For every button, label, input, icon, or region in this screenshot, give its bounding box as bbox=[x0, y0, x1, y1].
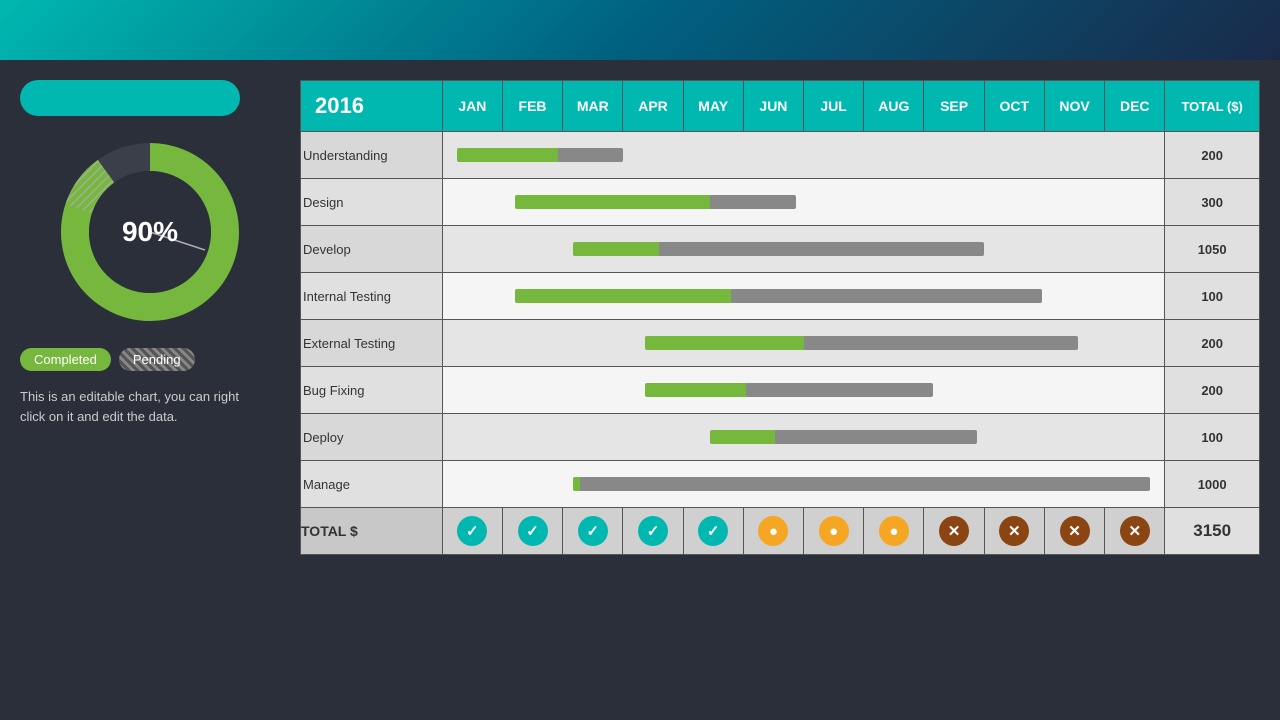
main-content: 90% Completed Pending This is an editabl… bbox=[0, 60, 1280, 565]
check-icon-feb: ✓ bbox=[518, 516, 548, 546]
row-understanding: Understanding 200 bbox=[301, 132, 1260, 179]
month-mar: MAR bbox=[563, 81, 623, 132]
legend-pending: Pending bbox=[119, 348, 195, 371]
status-feb: ✓ bbox=[502, 508, 562, 555]
x-icon-sep: ✕ bbox=[939, 516, 969, 546]
legend: Completed Pending bbox=[20, 348, 195, 371]
total-bug-fixing: 200 bbox=[1165, 367, 1260, 414]
month-dec: DEC bbox=[1105, 81, 1165, 132]
month-jul: JUL bbox=[804, 81, 864, 132]
month-oct: OCT bbox=[984, 81, 1044, 132]
row-deploy: Deploy 100 bbox=[301, 414, 1260, 461]
bar-develop bbox=[442, 226, 1165, 273]
month-jan: JAN bbox=[442, 81, 502, 132]
circle-icon-jul: ● bbox=[819, 516, 849, 546]
bar-external-testing bbox=[442, 320, 1165, 367]
status-jan: ✓ bbox=[442, 508, 502, 555]
label-develop: Develop bbox=[301, 226, 443, 273]
row-bug-fixing: Bug Fixing 200 bbox=[301, 367, 1260, 414]
bar-internal-testing bbox=[442, 273, 1165, 320]
bar-understanding bbox=[442, 132, 1165, 179]
row-external-testing: External Testing 200 bbox=[301, 320, 1260, 367]
check-icon-mar: ✓ bbox=[578, 516, 608, 546]
status-jul: ● bbox=[804, 508, 864, 555]
label-bug-fixing: Bug Fixing bbox=[301, 367, 443, 414]
total-design: 300 bbox=[1165, 179, 1260, 226]
row-manage: Manage 1000 bbox=[301, 461, 1260, 508]
month-apr: APR bbox=[623, 81, 683, 132]
month-aug: AUG bbox=[864, 81, 924, 132]
check-icon-jan: ✓ bbox=[457, 516, 487, 546]
grand-total: 3150 bbox=[1165, 508, 1260, 555]
month-feb: FEB bbox=[502, 81, 562, 132]
circle-icon-jun: ● bbox=[758, 516, 788, 546]
bar-deploy bbox=[442, 414, 1165, 461]
bar-bug-fixing bbox=[442, 367, 1165, 414]
total-header: TOTAL ($) bbox=[1165, 81, 1260, 132]
status-nov: ✕ bbox=[1044, 508, 1104, 555]
description: This is an editable chart, you can right… bbox=[20, 387, 240, 426]
total-understanding: 200 bbox=[1165, 132, 1260, 179]
header-row: 2016 JAN FEB MAR APR MAY JUN JUL AUG SEP… bbox=[301, 81, 1260, 132]
status-jun: ● bbox=[743, 508, 803, 555]
donut-chart: 90% bbox=[50, 132, 250, 332]
status-aug: ● bbox=[864, 508, 924, 555]
check-icon-may: ✓ bbox=[698, 516, 728, 546]
bar-design bbox=[442, 179, 1165, 226]
label-external-testing: External Testing bbox=[301, 320, 443, 367]
donut-percentage: 90% bbox=[122, 216, 178, 248]
bar-manage bbox=[442, 461, 1165, 508]
status-apr: ✓ bbox=[623, 508, 683, 555]
legend-completed: Completed bbox=[20, 348, 111, 371]
row-internal-testing: Internal Testing 100 bbox=[301, 273, 1260, 320]
circle-icon-aug: ● bbox=[879, 516, 909, 546]
label-understanding: Understanding bbox=[301, 132, 443, 179]
row-develop: Develop 1050 bbox=[301, 226, 1260, 273]
label-design: Design bbox=[301, 179, 443, 226]
month-may: MAY bbox=[683, 81, 743, 132]
label-manage: Manage bbox=[301, 461, 443, 508]
total-internal-testing: 100 bbox=[1165, 273, 1260, 320]
label-deploy: Deploy bbox=[301, 414, 443, 461]
month-nov: NOV bbox=[1044, 81, 1104, 132]
year-header: 2016 bbox=[301, 81, 443, 132]
label-internal-testing: Internal Testing bbox=[301, 273, 443, 320]
top-bar bbox=[0, 0, 1280, 60]
x-icon-oct: ✕ bbox=[999, 516, 1029, 546]
x-icon-dec: ✕ bbox=[1120, 516, 1150, 546]
total-manage: 1000 bbox=[1165, 461, 1260, 508]
gantt-table: 2016 JAN FEB MAR APR MAY JUN JUL AUG SEP… bbox=[300, 80, 1260, 555]
status-may: ✓ bbox=[683, 508, 743, 555]
total-develop: 1050 bbox=[1165, 226, 1260, 273]
x-icon-nov: ✕ bbox=[1060, 516, 1090, 546]
left-panel: 90% Completed Pending This is an editabl… bbox=[20, 80, 280, 555]
month-sep: SEP bbox=[924, 81, 984, 132]
title-bar bbox=[20, 80, 240, 116]
status-mar: ✓ bbox=[563, 508, 623, 555]
month-jun: JUN bbox=[743, 81, 803, 132]
total-row: TOTAL $ ✓ ✓ ✓ ✓ bbox=[301, 508, 1260, 555]
row-design: Design 300 bbox=[301, 179, 1260, 226]
total-row-label: TOTAL $ bbox=[301, 508, 443, 555]
total-deploy: 100 bbox=[1165, 414, 1260, 461]
status-sep: ✕ bbox=[924, 508, 984, 555]
check-icon-apr: ✓ bbox=[638, 516, 668, 546]
status-dec: ✕ bbox=[1105, 508, 1165, 555]
gantt-chart: 2016 JAN FEB MAR APR MAY JUN JUL AUG SEP… bbox=[300, 80, 1260, 555]
total-external-testing: 200 bbox=[1165, 320, 1260, 367]
status-oct: ✕ bbox=[984, 508, 1044, 555]
